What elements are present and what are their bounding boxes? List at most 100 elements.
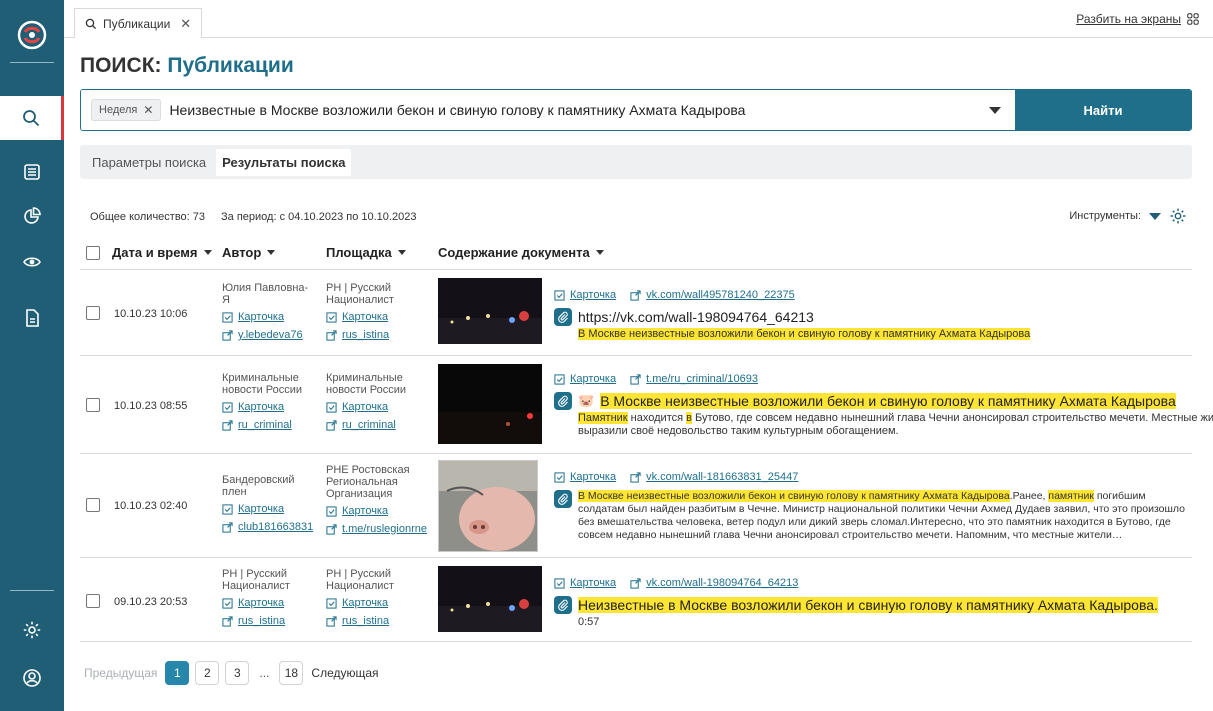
- doc-card-link[interactable]: Карточка: [554, 372, 616, 386]
- author-profile-link[interactable]: club181663831: [222, 520, 314, 534]
- platform-profile-link[interactable]: t.me/ruslegionrne: [326, 522, 432, 536]
- sidebar-item-analytics[interactable]: [0, 194, 64, 238]
- doc-card-link[interactable]: Карточка: [554, 576, 616, 590]
- thumbnail-image[interactable]: [438, 460, 538, 552]
- column-content[interactable]: Содержание документа: [438, 245, 604, 260]
- page-18-button[interactable]: 18: [279, 661, 304, 685]
- row-checkbox[interactable]: [86, 498, 100, 512]
- chip-close-icon[interactable]: ✕: [143, 103, 153, 117]
- gear-icon[interactable]: [1169, 207, 1187, 225]
- row-checkbox[interactable]: [86, 306, 100, 320]
- thumbnail-image[interactable]: [438, 566, 542, 632]
- column-platform[interactable]: Площадка: [326, 245, 406, 260]
- card-icon: [326, 506, 337, 517]
- row-checkbox[interactable]: [86, 398, 100, 412]
- doc-url-link[interactable]: t.me/ru_criminal/10693: [630, 372, 758, 386]
- prev-page-button[interactable]: Предыдущая: [84, 666, 157, 680]
- attachment-icon: [554, 308, 572, 326]
- doc-url-link[interactable]: vk.com/wall-181663831_25447: [630, 470, 798, 484]
- row-date: 10.10.23 10:06: [114, 308, 188, 320]
- doc-snippet: В Москве неизвестные возложили бекон и с…: [578, 328, 1184, 341]
- page-1-button[interactable]: 1: [165, 661, 190, 685]
- tools-menu[interactable]: Инструменты:: [1069, 207, 1187, 225]
- doc-url-link[interactable]: vk.com/wall495781240_22375: [630, 288, 795, 302]
- next-page-button[interactable]: Следующая: [311, 666, 378, 680]
- search-input[interactable]: Неделя ✕ Неизвестные в Москве возложили …: [81, 90, 1015, 130]
- period-chip[interactable]: Неделя ✕: [91, 99, 162, 121]
- doc-card-link[interactable]: Карточка: [554, 470, 616, 484]
- find-button[interactable]: Найти: [1015, 90, 1191, 130]
- content-cell: Карточка t.me/ru_criminal/10693 🐷 В Моск…: [554, 372, 1213, 438]
- platform-cell: Криминальные новости России Карточка ru_…: [326, 372, 426, 432]
- sidebar-item-profile[interactable]: [0, 656, 64, 700]
- platform-profile-link[interactable]: rus_istina: [326, 328, 426, 342]
- author-profile-label: rus_istina: [238, 615, 286, 627]
- card-icon: [222, 598, 233, 609]
- doc-title[interactable]: Неизвестные в Москве возложили бекон и с…: [554, 596, 1190, 614]
- doc-card-link[interactable]: Карточка: [554, 288, 616, 302]
- card-icon: [326, 402, 337, 413]
- card-icon: [222, 402, 233, 413]
- tab-publications[interactable]: Публикации ✕: [74, 8, 203, 38]
- sidebar-divider: [10, 62, 54, 63]
- video-duration: 0:57: [578, 616, 600, 628]
- close-icon[interactable]: ✕: [180, 16, 191, 32]
- tab-label: Публикации: [103, 16, 171, 31]
- select-all-checkbox[interactable]: [86, 246, 100, 260]
- attachment-icon: [554, 392, 572, 410]
- sidebar-item-reports[interactable]: [0, 296, 64, 340]
- author-profile-link[interactable]: y.lebedeva76: [222, 328, 310, 342]
- doc-title[interactable]: 🐷 В Москве неизвестные возложили бекон и…: [554, 392, 1213, 410]
- platform-card-link[interactable]: Карточка: [326, 596, 426, 610]
- platform-profile-label: ru_criminal: [342, 419, 396, 431]
- author-card-link[interactable]: Карточка: [222, 596, 310, 610]
- author-card-label: Карточка: [238, 311, 285, 323]
- author-cell: Юлия Павловна-Я Карточка y.lebedeva76: [222, 282, 310, 342]
- thumbnail-image[interactable]: [438, 278, 542, 344]
- sidebar-divider-bottom: [10, 590, 54, 591]
- doc-url-link[interactable]: vk.com/wall-198094764_64213: [630, 576, 798, 590]
- tab-search-results[interactable]: Результаты поиска: [216, 148, 352, 176]
- author-profile-link[interactable]: ru_criminal: [222, 418, 310, 432]
- page-3-button[interactable]: 3: [225, 661, 250, 685]
- platform-profile-link[interactable]: ru_criminal: [326, 418, 426, 432]
- split-screens-link[interactable]: Разбить на экраны: [1076, 12, 1181, 26]
- sidebar-item-search[interactable]: [0, 96, 64, 140]
- platform-name: Криминальные новости России: [326, 372, 407, 396]
- sidebar-item-monitoring[interactable]: [0, 240, 64, 284]
- search-icon: [85, 18, 97, 29]
- column-author[interactable]: Автор: [222, 245, 276, 260]
- doc-title-text: Неизвестные в Москве возложили бекон и с…: [578, 597, 1158, 613]
- page-2-button[interactable]: 2: [195, 661, 220, 685]
- thumbnail-image[interactable]: [438, 364, 542, 444]
- author-card-link[interactable]: Карточка: [222, 310, 310, 324]
- platform-card-link[interactable]: Карточка: [326, 504, 432, 518]
- sidebar-item-documents[interactable]: [0, 150, 64, 194]
- sort-caret-icon: [397, 250, 406, 255]
- dropdown-arrow-icon[interactable]: [989, 106, 1001, 114]
- column-date[interactable]: Дата и время: [112, 245, 212, 260]
- platform-card-link[interactable]: Карточка: [326, 310, 426, 324]
- author-profile-link[interactable]: rus_istina: [222, 614, 310, 628]
- card-icon: [326, 312, 337, 323]
- subtabs: Параметры поиска Результаты поиска: [80, 145, 1192, 179]
- author-card-link[interactable]: Карточка: [222, 502, 314, 516]
- split-screens[interactable]: Разбить на экраны: [1076, 12, 1199, 26]
- tab-search-params[interactable]: Параметры поиска: [88, 149, 210, 176]
- app-logo-icon[interactable]: [0, 0, 64, 70]
- search-icon: [22, 110, 39, 127]
- platform-profile-link[interactable]: rus_istina: [326, 614, 426, 628]
- doc-url-label: vk.com/wall495781240_22375: [646, 289, 795, 301]
- pig-emoji-icon: 🐷: [578, 393, 595, 408]
- table-row: 09.10.23 20:53 РН | Русский Националист …: [80, 558, 1192, 642]
- sidebar-item-settings[interactable]: [0, 608, 64, 652]
- platform-card-link[interactable]: Карточка: [326, 400, 426, 414]
- author-card-link[interactable]: Карточка: [222, 400, 310, 414]
- tools-dropdown-icon[interactable]: [1149, 212, 1161, 220]
- row-checkbox[interactable]: [86, 594, 100, 608]
- user-icon: [23, 669, 41, 687]
- doc-card-label: Карточка: [570, 289, 617, 301]
- doc-title[interactable]: https://vk.com/wall-198094764_64213: [554, 308, 1184, 326]
- external-link-icon: [326, 616, 337, 627]
- search-query[interactable]: Неизвестные в Москве возложили бекон и с…: [169, 102, 745, 118]
